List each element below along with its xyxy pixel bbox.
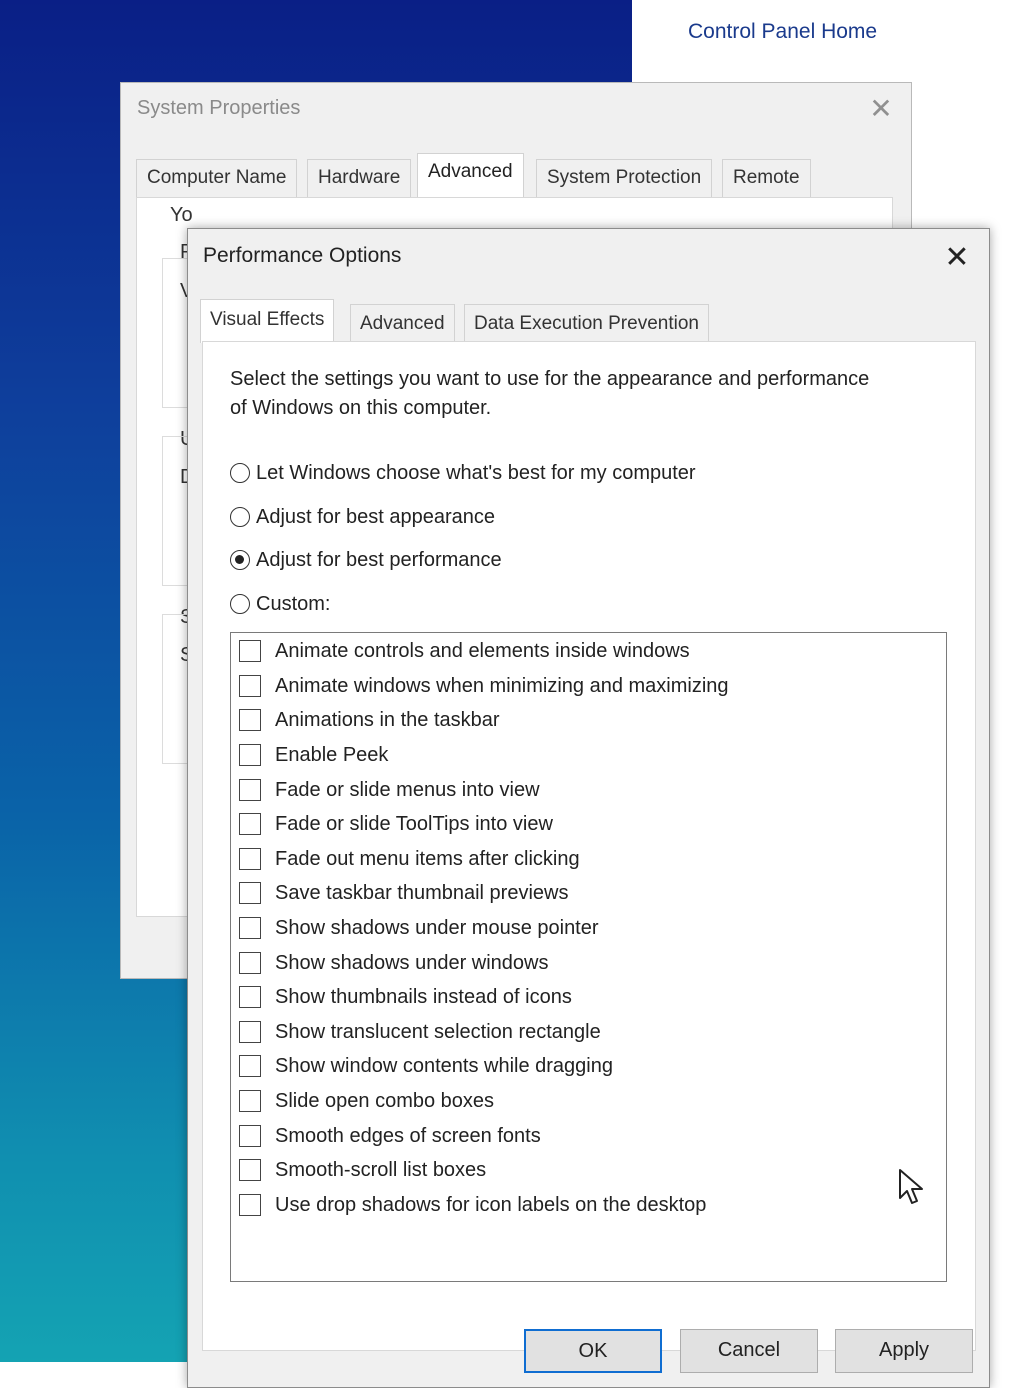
- checkbox-label: Save taskbar thumbnail previews: [275, 881, 569, 904]
- checkbox-label: Smooth edges of screen fonts: [275, 1124, 541, 1147]
- list-item[interactable]: Fade out menu items after clicking: [239, 844, 580, 874]
- close-icon[interactable]: ✕: [938, 239, 976, 277]
- checkbox-label: Fade or slide menus into view: [275, 778, 540, 801]
- list-item[interactable]: Smooth-scroll list boxes: [239, 1155, 486, 1185]
- checkbox-label: Show window contents while dragging: [275, 1054, 613, 1077]
- list-item[interactable]: Fade or slide ToolTips into view: [239, 809, 553, 839]
- checkbox[interactable]: [239, 917, 261, 939]
- checkbox[interactable]: [239, 813, 261, 835]
- partial-text: Yo: [170, 204, 193, 226]
- checkbox-label: Slide open combo boxes: [275, 1089, 495, 1112]
- tab-advanced[interactable]: Advanced: [350, 304, 455, 342]
- list-item[interactable]: Show shadows under mouse pointer: [239, 913, 599, 943]
- visual-effects-description: Select the settings you want to use for …: [230, 368, 870, 419]
- radio-label: Custom:: [256, 592, 331, 615]
- checkbox[interactable]: [239, 709, 261, 731]
- checkbox[interactable]: [239, 779, 261, 801]
- checkbox[interactable]: [239, 744, 261, 766]
- performance-options-title: Performance Options: [203, 244, 402, 267]
- checkbox-label: Show thumbnails instead of icons: [275, 985, 572, 1008]
- system-properties-title: System Properties: [137, 97, 301, 119]
- checkbox[interactable]: [239, 1090, 261, 1112]
- apply-button[interactable]: Apply: [835, 1329, 973, 1373]
- visual-effects-list[interactable]: Animate controls and elements inside win…: [230, 632, 947, 1282]
- checkbox[interactable]: [239, 986, 261, 1008]
- checkbox[interactable]: [239, 1055, 261, 1077]
- list-item[interactable]: Show shadows under windows: [239, 948, 549, 978]
- list-item[interactable]: Save taskbar thumbnail previews: [239, 878, 568, 908]
- close-icon[interactable]: ✕: [863, 91, 899, 127]
- ok-button[interactable]: OK: [524, 1329, 662, 1373]
- list-item[interactable]: Animate controls and elements inside win…: [239, 636, 690, 666]
- tab-advanced[interactable]: Advanced: [417, 153, 524, 198]
- checkbox-label: Enable Peek: [275, 743, 389, 766]
- checkbox-label: Animations in the taskbar: [275, 708, 500, 731]
- checkbox[interactable]: [239, 1021, 261, 1043]
- list-item[interactable]: Show window contents while dragging: [239, 1051, 613, 1081]
- list-item[interactable]: Smooth edges of screen fonts: [239, 1121, 541, 1151]
- checkbox[interactable]: [239, 640, 261, 662]
- radio-best-performance[interactable]: Adjust for best performance: [230, 545, 502, 575]
- list-item[interactable]: Animations in the taskbar: [239, 705, 500, 735]
- visual-effects-page: Select the settings you want to use for …: [202, 341, 976, 1351]
- tab-computer-name[interactable]: Computer Name: [136, 159, 298, 197]
- radio-custom[interactable]: Custom:: [230, 589, 330, 619]
- list-item[interactable]: Show thumbnails instead of icons: [239, 982, 572, 1012]
- radio-button[interactable]: [230, 550, 250, 570]
- radio-label: Let Windows choose what's best for my co…: [256, 461, 696, 484]
- tab-visual-effects[interactable]: Visual Effects: [200, 299, 335, 343]
- checkbox[interactable]: [239, 1194, 261, 1216]
- checkbox[interactable]: [239, 675, 261, 697]
- checkbox-label: Use drop shadows for icon labels on the …: [275, 1193, 707, 1216]
- tab-hardware[interactable]: Hardware: [307, 159, 412, 197]
- list-item[interactable]: Enable Peek: [239, 740, 388, 770]
- checkbox-label: Fade or slide ToolTips into view: [275, 812, 553, 835]
- checkbox[interactable]: [239, 1125, 261, 1147]
- list-item[interactable]: Fade or slide menus into view: [239, 775, 540, 805]
- checkbox-label: Fade out menu items after clicking: [275, 847, 580, 870]
- list-item[interactable]: Animate windows when minimizing and maxi…: [239, 671, 729, 701]
- checkbox[interactable]: [239, 952, 261, 974]
- tab-remote[interactable]: Remote: [722, 159, 811, 197]
- radio-label: Adjust for best performance: [256, 548, 502, 571]
- performance-options-dialog: Performance Options ✕ Visual Effects Adv…: [187, 228, 990, 1388]
- checkbox[interactable]: [239, 882, 261, 904]
- list-item[interactable]: Slide open combo boxes: [239, 1086, 494, 1116]
- checkbox-label: Show shadows under mouse pointer: [275, 916, 599, 939]
- checkbox-label: Animate controls and elements inside win…: [275, 639, 690, 662]
- checkbox[interactable]: [239, 1159, 261, 1181]
- tab-system-protection[interactable]: System Protection: [536, 159, 713, 197]
- radio-best-appearance[interactable]: Adjust for best appearance: [230, 502, 495, 532]
- radio-button[interactable]: [230, 463, 250, 483]
- radio-label: Adjust for best appearance: [256, 505, 496, 528]
- tab-data-execution-prevention[interactable]: Data Execution Prevention: [464, 304, 709, 342]
- checkbox-label: Show translucent selection rectangle: [275, 1020, 601, 1043]
- list-item[interactable]: Use drop shadows for icon labels on the …: [239, 1190, 706, 1220]
- checkbox-label: Animate windows when minimizing and maxi…: [275, 674, 729, 697]
- checkbox-label: Smooth-scroll list boxes: [275, 1158, 487, 1181]
- checkbox[interactable]: [239, 848, 261, 870]
- control-panel-home-link[interactable]: Control Panel Home: [688, 20, 877, 44]
- radio-button[interactable]: [230, 507, 250, 527]
- mouse-pointer-icon: [899, 1169, 923, 1204]
- checkbox-label: Show shadows under windows: [275, 951, 549, 974]
- radio-let-windows-choose[interactable]: Let Windows choose what's best for my co…: [230, 458, 696, 488]
- cancel-button[interactable]: Cancel: [680, 1329, 818, 1373]
- radio-button[interactable]: [230, 594, 250, 614]
- list-item[interactable]: Show translucent selection rectangle: [239, 1017, 601, 1047]
